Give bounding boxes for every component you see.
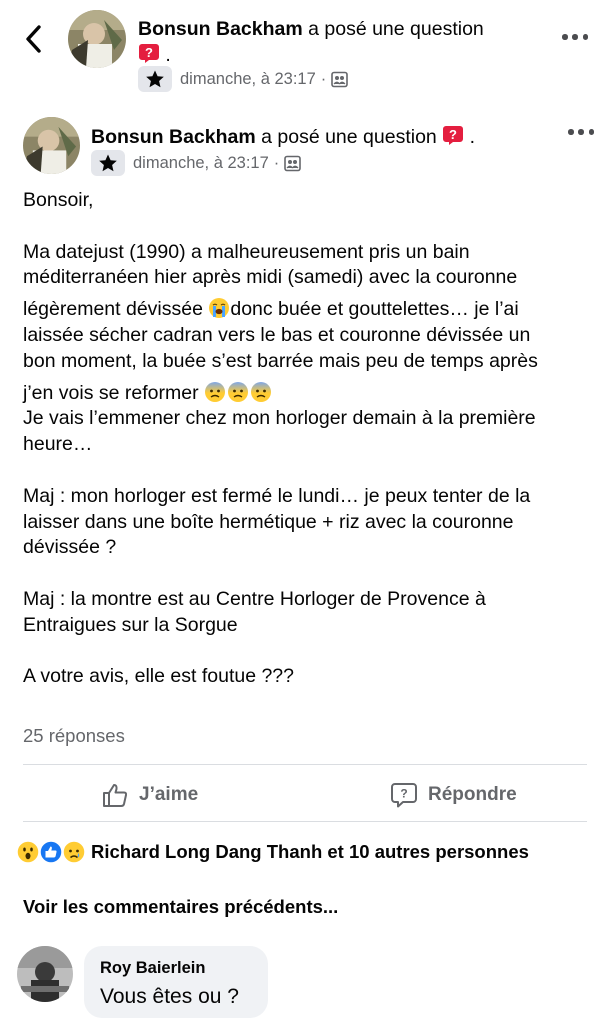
commenter-avatar[interactable] (17, 946, 73, 1002)
header-action-text: a posé une question (308, 18, 484, 40)
reactions-text: Richard Long Dang Thanh et 10 autres per… (91, 841, 529, 862)
post-text-line: heure… (23, 433, 93, 456)
header-title: Bonsun Backham a posé une question ? . (138, 16, 538, 68)
reactions-summary[interactable]: Richard Long Dang Thanh et 10 autres per… (16, 838, 529, 866)
star-badge (91, 150, 125, 176)
post-text-segment: donc buée et gouttelettes… je l’ai (230, 298, 519, 321)
comment-text: Vous êtes ou ? (100, 985, 239, 1008)
star-badge (138, 66, 172, 92)
post-action-text: a posé une question (261, 126, 437, 148)
divider (23, 821, 587, 822)
post-text-line: laissée sécher cadran vers le bas et cou… (23, 323, 531, 346)
post-title: Bonsun Backham a posé une question ? . (91, 124, 531, 150)
post-text-segment: légèrement dévissée (23, 298, 203, 321)
audience-group-icon (331, 71, 349, 87)
fearful-emoji (204, 381, 225, 402)
post-more-button[interactable] (568, 128, 594, 136)
question-badge-icon: ? (139, 44, 159, 63)
replies-count[interactable]: 25 réponses (23, 725, 125, 747)
divider (23, 764, 587, 765)
like-reaction-icon (39, 840, 63, 864)
post-text-line: Maj : la montre est au Centre Horloger d… (23, 587, 486, 610)
comment-bubble: Roy Baierlein Vous êtes ou ? (84, 946, 268, 1018)
star-icon (99, 154, 117, 172)
reply-button[interactable]: ? Répondre (390, 776, 517, 814)
post-time[interactable]: dimanche, à 23:17 (133, 154, 269, 173)
post-text-segment: j’en vois se reformer (23, 381, 199, 404)
question-badge-icon: ? (443, 126, 464, 145)
header-separator: · (320, 69, 327, 88)
post-author-name[interactable]: Bonsun Backham (91, 126, 256, 148)
back-button[interactable] (22, 22, 46, 56)
more-icon (562, 34, 568, 40)
post-text-line: Maj : mon horloger est fermé le lundi… j… (23, 484, 531, 507)
view-previous-comments[interactable]: Voir les commentaires précédents... (23, 896, 338, 918)
star-icon (146, 70, 164, 88)
post-text-line: Ma datejust (1990) a malheureusement pri… (23, 240, 470, 263)
post-author-avatar[interactable] (23, 117, 80, 174)
post-text-line: Entraigues sur la Sorgue (23, 613, 238, 636)
post-text-line: dévissée ? (23, 536, 117, 559)
post-text-line: laisser dans une boîte hermétique + riz … (23, 510, 514, 533)
author-avatar[interactable] (68, 10, 126, 68)
top-bar: Bonsun Backham a posé une question ? . d… (0, 0, 609, 100)
post-separator: · (273, 153, 280, 172)
audience-group-icon (284, 155, 302, 171)
post-meta: dimanche, à 23:17 · (91, 150, 302, 176)
reply-label: Répondre (428, 784, 517, 805)
loudly-crying-emoji (209, 298, 230, 319)
post-text-line: Je vais l’emmener chez mon horloger dema… (23, 407, 536, 430)
fearful-emoji (250, 381, 271, 402)
post-text-line: bon moment, la buée s’est barrée mais pe… (23, 349, 538, 372)
header-trailing: . (165, 44, 171, 66)
svg-text:?: ? (400, 787, 407, 801)
post-body: Bonsoir, Ma datejust (1990) a malheureus… (23, 188, 588, 690)
post-greeting: Bonsoir, (23, 189, 94, 211)
svg-text:?: ? (449, 127, 457, 142)
header-author-name[interactable]: Bonsun Backham (138, 18, 303, 40)
header-time[interactable]: dimanche, à 23:17 (180, 70, 316, 89)
comment-author[interactable]: Roy Baierlein (100, 958, 252, 978)
post-text-line: A votre avis, elle est foutue ??? (23, 665, 295, 688)
sad-reaction-icon (62, 840, 86, 864)
post-trailing: . (469, 126, 476, 148)
wow-reaction-icon (16, 840, 40, 864)
reply-icon: ? (391, 783, 417, 808)
like-label: J’aime (139, 784, 199, 805)
more-icon (568, 129, 574, 135)
header-meta: dimanche, à 23:17 · (138, 66, 349, 92)
fearful-emoji (227, 381, 248, 402)
chevron-left-icon (26, 25, 41, 53)
post-text-line: méditerranéen hier après midi (samedi) a… (23, 266, 518, 289)
header-more-button[interactable] (562, 33, 588, 41)
reaction-icons (16, 840, 86, 864)
like-icon (103, 784, 128, 807)
like-button[interactable]: J’aime (101, 776, 198, 814)
svg-text:?: ? (145, 45, 153, 60)
